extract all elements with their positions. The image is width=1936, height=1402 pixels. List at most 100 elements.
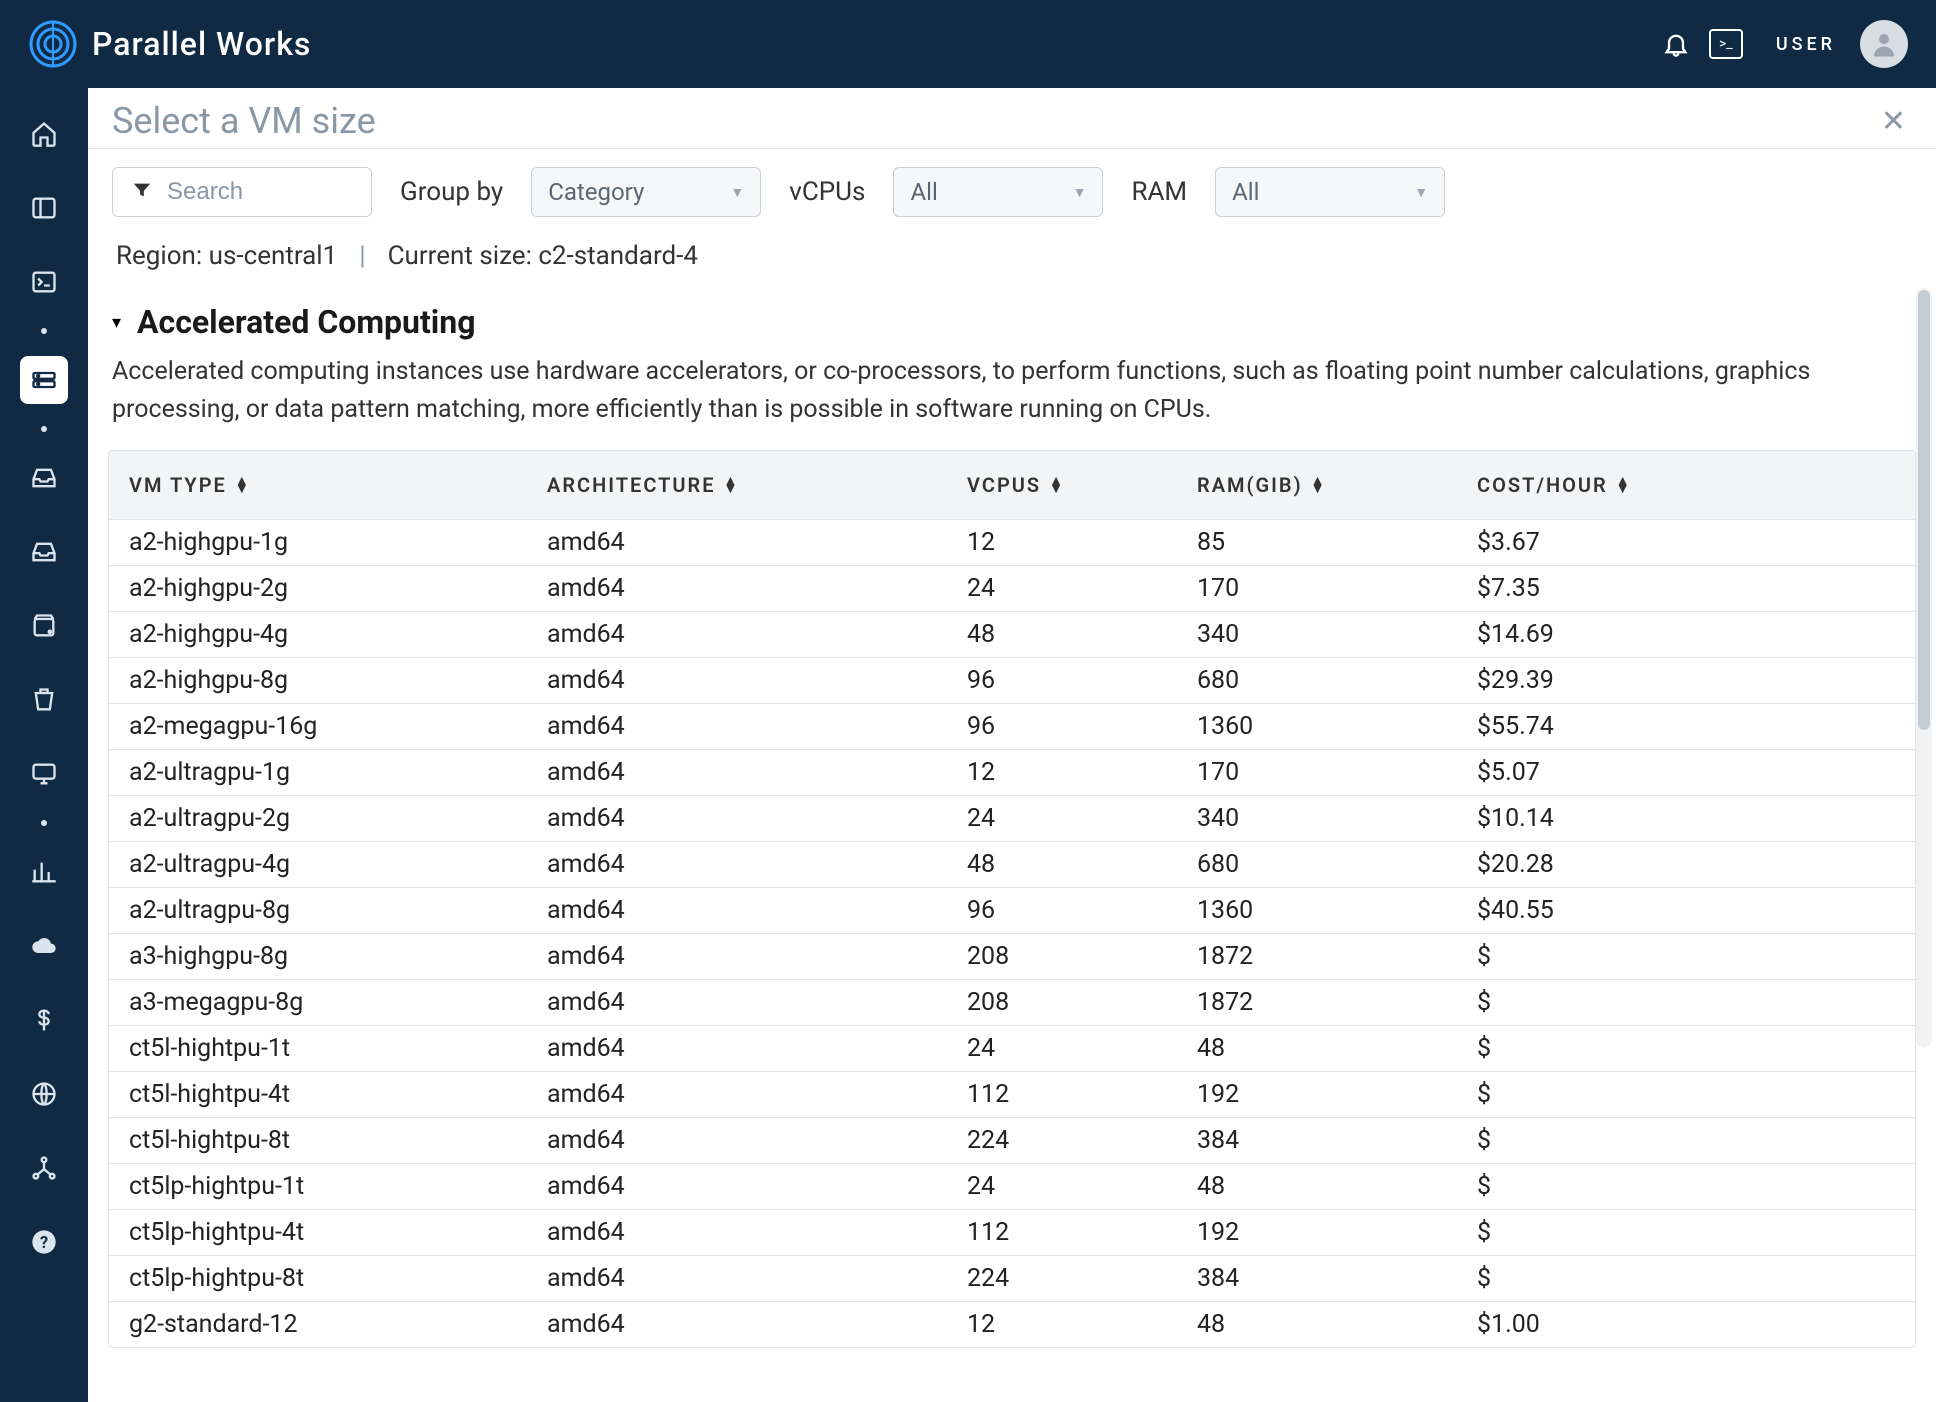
cell-ram: 48 bbox=[1197, 1310, 1477, 1339]
sidebar-item-inbox-2[interactable] bbox=[20, 528, 68, 576]
cell-ram: 170 bbox=[1197, 758, 1477, 787]
search-input-wrap[interactable] bbox=[112, 167, 372, 217]
cell-ram: 1872 bbox=[1197, 988, 1477, 1017]
table-row[interactable]: a2-ultragpu-2gamd6424340$10.14 bbox=[109, 795, 1915, 841]
group-title: Accelerated Computing bbox=[137, 303, 475, 341]
cell-vcpu: 208 bbox=[967, 988, 1197, 1017]
cell-vcpu: 112 bbox=[967, 1080, 1197, 1109]
sidebar-item-inbox[interactable] bbox=[20, 454, 68, 502]
scrollbar-track[interactable] bbox=[1916, 288, 1932, 1048]
col-arch-header[interactable]: ARCHITECTURE ▲▼ bbox=[547, 473, 967, 497]
table-row[interactable]: a3-megagpu-8gamd642081872$ bbox=[109, 979, 1915, 1025]
sidebar: ? bbox=[0, 88, 88, 1402]
table-row[interactable]: ct5l-hightpu-8tamd64224384$ bbox=[109, 1117, 1915, 1163]
col-vcpu-header[interactable]: VCPUS ▲▼ bbox=[967, 473, 1197, 497]
cell-ram: 170 bbox=[1197, 574, 1477, 603]
col-ram-header[interactable]: RAM(GIB) ▲▼ bbox=[1197, 473, 1477, 497]
cell-vcpu: 96 bbox=[967, 666, 1197, 695]
chevron-down-icon: ▼ bbox=[730, 184, 744, 201]
table-row[interactable]: a2-highgpu-4gamd6448340$14.69 bbox=[109, 611, 1915, 657]
chevron-down-icon: ▾ bbox=[112, 312, 121, 333]
group-by-select[interactable]: Category ▼ bbox=[531, 167, 761, 217]
meta-separator: | bbox=[359, 241, 365, 271]
table-row[interactable]: a2-highgpu-2gamd6424170$7.35 bbox=[109, 565, 1915, 611]
cell-vcpu: 48 bbox=[967, 850, 1197, 879]
cell-ram: 680 bbox=[1197, 850, 1477, 879]
cell-ram: 384 bbox=[1197, 1126, 1477, 1155]
sidebar-item-analytics[interactable] bbox=[20, 848, 68, 896]
cell-vcpu: 24 bbox=[967, 804, 1197, 833]
sidebar-item-monitor[interactable] bbox=[20, 750, 68, 798]
col-cost-header[interactable]: COST/HOUR ▲▼ bbox=[1477, 473, 1903, 497]
table-row[interactable]: a2-megagpu-16gamd64961360$55.74 bbox=[109, 703, 1915, 749]
sidebar-item-network[interactable] bbox=[20, 1144, 68, 1192]
meta-row: Region: us-central1 | Current size: c2-s… bbox=[88, 235, 1936, 293]
cell-arch: amd64 bbox=[547, 1080, 967, 1109]
cell-cost: $3.67 bbox=[1477, 528, 1903, 557]
brand-logo[interactable]: Parallel Works bbox=[28, 19, 311, 69]
ram-select[interactable]: All ▼ bbox=[1215, 167, 1445, 217]
sidebar-item-globe[interactable] bbox=[20, 1070, 68, 1118]
search-input[interactable] bbox=[167, 178, 353, 206]
cell-vcpu: 224 bbox=[967, 1264, 1197, 1293]
cell-vm: a2-ultragpu-2g bbox=[121, 804, 547, 833]
sidebar-item-disk[interactable] bbox=[20, 602, 68, 650]
group-toggle[interactable]: ▾ Accelerated Computing bbox=[108, 293, 1916, 349]
cell-vcpu: 48 bbox=[967, 620, 1197, 649]
scrollbar-thumb[interactable] bbox=[1918, 290, 1930, 730]
cell-cost: $ bbox=[1477, 1264, 1903, 1293]
table-row[interactable]: ct5lp-hightpu-1tamd642448$ bbox=[109, 1163, 1915, 1209]
sort-icon: ▲▼ bbox=[1311, 477, 1327, 494]
cell-arch: amd64 bbox=[547, 758, 967, 787]
table-row[interactable]: a2-ultragpu-1gamd6412170$5.07 bbox=[109, 749, 1915, 795]
table-row[interactable]: a2-ultragpu-4gamd6448680$20.28 bbox=[109, 841, 1915, 887]
sort-icon: ▲▼ bbox=[724, 477, 740, 494]
table-row[interactable]: a2-highgpu-1gamd641285$3.67 bbox=[109, 519, 1915, 565]
logo-icon bbox=[28, 19, 78, 69]
cell-vm: g2-standard-12 bbox=[121, 1310, 547, 1339]
filter-icon bbox=[131, 179, 153, 205]
table-row[interactable]: ct5lp-hightpu-8tamd64224384$ bbox=[109, 1255, 1915, 1301]
table-row[interactable]: ct5lp-hightpu-4tamd64112192$ bbox=[109, 1209, 1915, 1255]
cell-arch: amd64 bbox=[547, 1172, 967, 1201]
cell-arch: amd64 bbox=[547, 1126, 967, 1155]
current-size-label: Current size: c2-standard-4 bbox=[388, 241, 698, 271]
sidebar-item-cloud[interactable] bbox=[20, 922, 68, 970]
cell-cost: $ bbox=[1477, 1172, 1903, 1201]
close-icon[interactable]: ✕ bbox=[1875, 104, 1912, 139]
sidebar-separator bbox=[41, 426, 47, 432]
terminal-icon[interactable]: >_ bbox=[1708, 26, 1744, 62]
col-vm-header[interactable]: VM TYPE ▲▼ bbox=[121, 473, 547, 497]
filter-bar: Group by Category ▼ vCPUs All ▼ RAM All … bbox=[88, 149, 1936, 235]
table-row[interactable]: g2-standard-12amd641248$1.00 bbox=[109, 1301, 1915, 1347]
table-row[interactable]: a2-ultragpu-8gamd64961360$40.55 bbox=[109, 887, 1915, 933]
sidebar-item-panel[interactable] bbox=[20, 184, 68, 232]
cell-arch: amd64 bbox=[547, 712, 967, 741]
sidebar-item-compute[interactable] bbox=[20, 356, 68, 404]
sidebar-item-billing[interactable] bbox=[20, 996, 68, 1044]
sidebar-item-terminal[interactable] bbox=[20, 258, 68, 306]
avatar[interactable] bbox=[1860, 20, 1908, 68]
sidebar-item-help[interactable]: ? bbox=[20, 1218, 68, 1266]
cell-vm: a2-highgpu-2g bbox=[121, 574, 547, 603]
cell-arch: amd64 bbox=[547, 666, 967, 695]
sidebar-item-home[interactable] bbox=[20, 110, 68, 158]
cell-cost: $ bbox=[1477, 942, 1903, 971]
table-row[interactable]: ct5l-hightpu-1tamd642448$ bbox=[109, 1025, 1915, 1071]
table-row[interactable]: ct5l-hightpu-4tamd64112192$ bbox=[109, 1071, 1915, 1117]
vcpus-select[interactable]: All ▼ bbox=[893, 167, 1103, 217]
cell-arch: amd64 bbox=[547, 942, 967, 971]
cell-vcpu: 24 bbox=[967, 574, 1197, 603]
cell-cost: $ bbox=[1477, 1080, 1903, 1109]
cell-arch: amd64 bbox=[547, 988, 967, 1017]
cell-ram: 192 bbox=[1197, 1218, 1477, 1247]
cell-arch: amd64 bbox=[547, 850, 967, 879]
cell-ram: 48 bbox=[1197, 1034, 1477, 1063]
notifications-icon[interactable] bbox=[1658, 26, 1694, 62]
table-row[interactable]: a2-highgpu-8gamd6496680$29.39 bbox=[109, 657, 1915, 703]
sidebar-item-bucket[interactable] bbox=[20, 676, 68, 724]
table-row[interactable]: a3-highgpu-8gamd642081872$ bbox=[109, 933, 1915, 979]
vm-table: VM TYPE ▲▼ ARCHITECTURE ▲▼ VCPUS ▲▼ RAM(… bbox=[108, 450, 1916, 1348]
page-title: Select a VM size bbox=[112, 100, 376, 142]
brand-name: Parallel Works bbox=[92, 25, 311, 63]
